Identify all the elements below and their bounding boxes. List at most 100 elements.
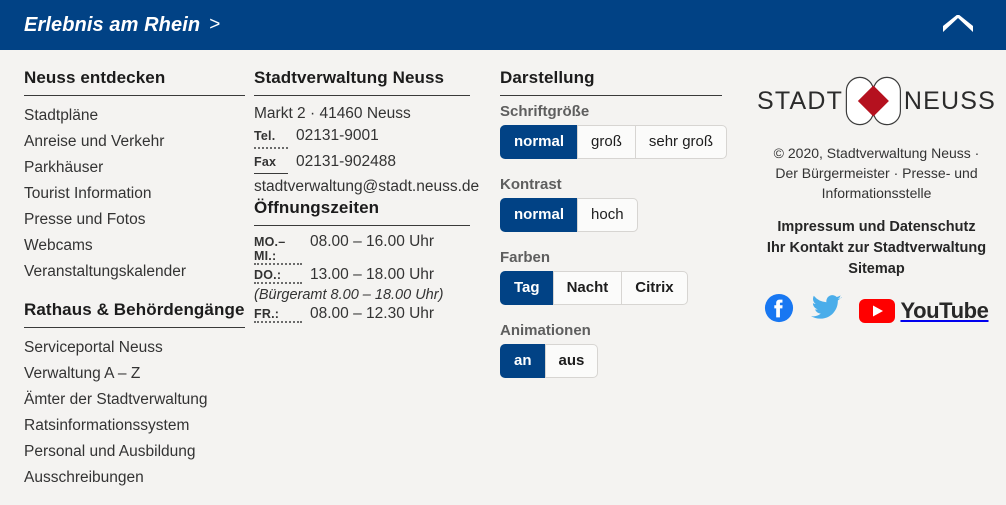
- link-personal-und-ausbildung[interactable]: Personal und Ausbildung: [24, 439, 246, 465]
- youtube-wordmark: YouTube: [900, 297, 989, 323]
- list-item: Serviceportal Neuss: [24, 335, 246, 361]
- facebook-link[interactable]: [764, 293, 794, 328]
- link-anreise-und-verkehr[interactable]: Anreise und Verkehr: [24, 129, 246, 155]
- twitter-icon: [811, 295, 842, 319]
- copyright-text: © 2020, Stadtverwaltung Neuss · Der Bürg…: [773, 145, 980, 201]
- topbar-link-label: Erlebnis am Rhein: [24, 13, 201, 36]
- opening-hours-time: 08.00 – 12.30 Uhr: [310, 305, 435, 322]
- footer-column-navigation: Neuss entdecken Stadtpläne Anreise und V…: [0, 68, 246, 491]
- animations-option-an[interactable]: an: [500, 344, 545, 378]
- telephone-value: 02131-9001: [296, 127, 379, 144]
- link-webcams[interactable]: Webcams: [24, 233, 246, 259]
- youtube-icon: [859, 298, 896, 323]
- list-item: Personal und Ausbildung: [24, 439, 246, 465]
- brand-link-list: Impressum und Datenschutz Ihr Kontakt zu…: [757, 217, 996, 280]
- colors-option-tag[interactable]: Tag: [500, 271, 553, 305]
- list-item: Anreise und Verkehr: [24, 129, 246, 155]
- logo-word-right: NEUSS: [903, 86, 996, 115]
- font-size-option-gross[interactable]: groß: [577, 125, 635, 159]
- link-ratsinformationssystem[interactable]: Ratsinformationssystem: [24, 413, 246, 439]
- font-size-button-group: normal groß sehr groß: [500, 125, 728, 159]
- section-heading-administration: Stadtverwaltung Neuss: [254, 68, 470, 96]
- link-parkhaeuser[interactable]: Parkhäuser: [24, 155, 246, 181]
- opening-hours-row: MO.–MI.: 08.00 – 16.00 Uhr: [254, 233, 491, 265]
- chevron-up-icon: [943, 15, 973, 32]
- animations-button-group: an aus: [500, 344, 599, 378]
- opening-hours-time: 08.00 – 16.00 Uhr: [310, 233, 435, 250]
- section-heading-discover: Neuss entdecken: [24, 68, 245, 96]
- link-ausschreibungen[interactable]: Ausschreibungen: [24, 465, 246, 491]
- address-line: Markt 2 · 41460 Neuss: [254, 105, 411, 122]
- setting-colors: Farben Tag Nacht Citrix: [500, 249, 749, 305]
- collapse-footer-button[interactable]: [936, 10, 980, 40]
- logo-word-left: STADT: [757, 86, 844, 115]
- setting-contrast: Kontrast normal hoch: [500, 176, 749, 232]
- section-heading-cityhall: Rathaus & Behördengänge: [24, 300, 245, 328]
- list-item: Stadtpläne: [24, 103, 246, 129]
- footer-columns: Neuss entdecken Stadtpläne Anreise und V…: [0, 50, 1006, 491]
- telephone-row: Tel. 02131-9001: [254, 125, 491, 149]
- colors-option-citrix[interactable]: Citrix: [621, 271, 688, 305]
- opening-hours-day: FR.:: [254, 307, 302, 323]
- email-link[interactable]: stadtverwaltung@stadt.neuss.de: [254, 178, 479, 195]
- font-size-option-sehr-gross[interactable]: sehr groß: [634, 125, 728, 159]
- footer-column-contact: Stadtverwaltung Neuss Markt 2 · 41460 Ne…: [246, 68, 491, 491]
- fax-label: Fax: [254, 152, 288, 174]
- list-item: Tourist Information: [24, 181, 246, 207]
- setting-label-colors: Farben: [500, 249, 551, 266]
- colors-button-group: Tag Nacht Citrix: [500, 271, 688, 305]
- fax-row: Fax 02131-902488: [254, 151, 491, 174]
- email-row: stadtverwaltung@stadt.neuss.de: [254, 176, 491, 197]
- footer-column-display-settings: Darstellung Schriftgröße normal groß seh…: [491, 68, 749, 491]
- opening-hours-row: FR.: 08.00 – 12.30 Uhr: [254, 305, 491, 323]
- setting-label-animations: Animationen: [500, 322, 591, 339]
- animations-option-aus[interactable]: aus: [544, 344, 599, 378]
- footer-topbar: Erlebnis am Rhein >: [0, 0, 1006, 50]
- link-impressum-und-datenschutz[interactable]: Impressum und Datenschutz: [757, 217, 996, 238]
- list-item: Webcams: [24, 233, 246, 259]
- list-item: Ämter der Stadtverwaltung: [24, 387, 246, 413]
- erlebnis-am-rhein-link[interactable]: Erlebnis am Rhein >: [24, 14, 220, 37]
- opening-hours-row: DO.: 13.00 – 18.00 Uhr: [254, 266, 491, 284]
- section-heading-display: Darstellung: [500, 68, 722, 96]
- setting-animations: Animationen an aus: [500, 322, 749, 378]
- chevron-right-icon: >: [209, 14, 221, 35]
- discover-link-list: Stadtpläne Anreise und Verkehr Parkhäuse…: [24, 103, 246, 285]
- setting-label-contrast: Kontrast: [500, 176, 562, 193]
- list-item: Veranstaltungskalender: [24, 259, 246, 285]
- list-item: Verwaltung A – Z: [24, 361, 246, 387]
- fax-value: 02131-902488: [296, 153, 396, 170]
- telephone-label: Tel.: [254, 126, 288, 149]
- administration-address-block: Markt 2 · 41460 Neuss Tel. 02131-9001 Fa…: [254, 103, 491, 197]
- link-tourist-information[interactable]: Tourist Information: [24, 181, 246, 207]
- list-item: Ausschreibungen: [24, 465, 246, 491]
- opening-hours-day: MO.–MI.:: [254, 235, 302, 265]
- link-stadtplaene[interactable]: Stadtpläne: [24, 103, 246, 129]
- contrast-option-normal[interactable]: normal: [500, 198, 578, 232]
- stadt-neuss-logo[interactable]: STADT NEUSS: [757, 70, 996, 132]
- list-item: Ratsinformationssystem: [24, 413, 246, 439]
- contrast-option-hoch[interactable]: hoch: [577, 198, 638, 232]
- link-kontakt-zur-stadtverwaltung[interactable]: Ihr Kontakt zur Stadtverwaltung: [757, 238, 996, 259]
- link-verwaltung-a-z[interactable]: Verwaltung A – Z: [24, 361, 246, 387]
- youtube-link[interactable]: YouTube: [859, 297, 989, 324]
- list-item: Parkhäuser: [24, 155, 246, 181]
- section-heading-opening-hours: Öffnungszeiten: [254, 198, 470, 226]
- cityhall-link-list: Serviceportal Neuss Verwaltung A – Z Ämt…: [24, 335, 246, 491]
- list-item: Presse und Fotos: [24, 207, 246, 233]
- link-aemter-der-stadtverwaltung[interactable]: Ämter der Stadtverwaltung: [24, 387, 246, 413]
- footer-column-brand: STADT NEUSS © 2020, Stadtverwaltung Neus…: [749, 68, 1006, 491]
- colors-option-nacht[interactable]: Nacht: [552, 271, 622, 305]
- setting-label-font-size: Schriftgröße: [500, 103, 590, 120]
- link-serviceportal-neuss[interactable]: Serviceportal Neuss: [24, 335, 246, 361]
- link-veranstaltungskalender[interactable]: Veranstaltungskalender: [24, 259, 246, 285]
- facebook-icon: [765, 293, 794, 323]
- font-size-option-normal[interactable]: normal: [500, 125, 578, 159]
- twitter-link[interactable]: [811, 294, 842, 327]
- link-sitemap[interactable]: Sitemap: [757, 259, 996, 280]
- logo-mark-icon: [845, 76, 902, 126]
- link-presse-und-fotos[interactable]: Presse und Fotos: [24, 207, 246, 233]
- social-media-links: YouTube: [757, 293, 996, 328]
- setting-font-size: Schriftgröße normal groß sehr groß: [500, 103, 749, 159]
